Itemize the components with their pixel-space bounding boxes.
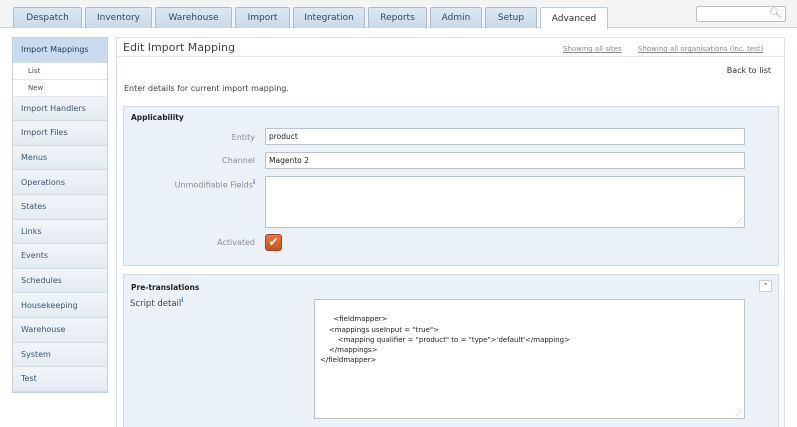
main-header: Edit Import Mapping Showing all sites Sh… bbox=[117, 38, 784, 57]
search-input[interactable]: 🔍︎ bbox=[696, 6, 786, 22]
sidebar-item-links[interactable]: Links bbox=[13, 219, 107, 245]
tab-import[interactable]: Import bbox=[235, 7, 290, 28]
sidebar-item-system[interactable]: System bbox=[13, 342, 107, 368]
info-icon[interactable]: i bbox=[181, 297, 183, 304]
tab-setup[interactable]: Setup bbox=[485, 7, 537, 28]
tab-advanced[interactable]: Advanced bbox=[540, 7, 608, 29]
pretranslations-section: Pre-translations ⌃ Script detaili <field… bbox=[123, 274, 779, 427]
top-nav-bar: Despatch Inventory Warehouse Import Inte… bbox=[0, 0, 797, 29]
sidebar-item-schedules[interactable]: Schedules bbox=[13, 268, 107, 294]
showing-all-sites-link[interactable]: Showing all sites bbox=[563, 45, 622, 53]
tab-despatch[interactable]: Despatch bbox=[13, 7, 82, 28]
sidebar-item-import-handlers[interactable]: Import Handlers bbox=[13, 96, 107, 122]
tab-warehouse[interactable]: Warehouse bbox=[155, 7, 232, 28]
info-icon[interactable]: i bbox=[253, 179, 255, 186]
sidebar-item-test[interactable]: Test bbox=[13, 367, 107, 392]
channel-field[interactable]: Magento 2 bbox=[265, 152, 745, 169]
activated-label: Activated bbox=[217, 238, 255, 247]
showing-all-organisations-link[interactable]: Showing all organisations (inc. test) bbox=[638, 45, 763, 53]
unmodifiable-fields-label-text: Unmodifiable Fields bbox=[174, 180, 253, 190]
search-icon[interactable]: 🔍︎ bbox=[769, 8, 782, 19]
sidebar-item-warehouse[interactable]: Warehouse bbox=[13, 317, 107, 343]
page-title: Edit Import Mapping bbox=[123, 41, 236, 54]
unmodifiable-fields-label: Unmodifiable Fieldsi bbox=[175, 179, 255, 190]
back-to-list-link[interactable]: Back to list bbox=[727, 66, 771, 75]
activated-checkbox[interactable]: ✔ bbox=[265, 234, 282, 251]
sidebar-item-import-files[interactable]: Import Files bbox=[13, 121, 107, 146]
pretranslations-title: Pre-translations bbox=[131, 283, 200, 292]
script-detail-label-text: Script detail bbox=[130, 298, 182, 309]
script-detail-value: <fieldmapper> <mappings useInput = "true… bbox=[320, 315, 570, 365]
unmodifiable-fields-textarea[interactable]: ⋰ bbox=[265, 176, 745, 228]
resize-grip-icon[interactable]: ⋰ bbox=[735, 219, 742, 226]
channel-label: Channel bbox=[222, 156, 255, 165]
sidebar-item-events[interactable]: Events bbox=[13, 244, 107, 269]
sidebar-item-menus[interactable]: Menus bbox=[13, 145, 107, 171]
script-detail-textarea[interactable]: <fieldmapper> <mappings useInput = "true… bbox=[314, 299, 745, 419]
applicability-title: Applicability bbox=[131, 113, 184, 122]
sidebar-subitem-new[interactable]: New bbox=[13, 79, 107, 97]
tab-reports[interactable]: Reports bbox=[368, 7, 427, 28]
sidebar-item-housekeeping[interactable]: Housekeeping bbox=[13, 293, 107, 318]
sidebar-item-import-mappings[interactable]: Import Mappings bbox=[13, 38, 107, 63]
resize-grip-icon[interactable]: ⋰ bbox=[735, 410, 742, 417]
sidebar-subitem-list[interactable]: List bbox=[13, 62, 107, 80]
script-detail-label: Script detaili bbox=[130, 297, 183, 309]
sidebar-item-states[interactable]: States bbox=[13, 194, 107, 220]
tab-inventory[interactable]: Inventory bbox=[85, 7, 152, 28]
tab-admin[interactable]: Admin bbox=[430, 7, 482, 28]
sidebar: Import Mappings List New Import Handlers… bbox=[12, 37, 108, 393]
entity-field[interactable]: product bbox=[265, 128, 745, 145]
entity-label: Entity bbox=[231, 133, 255, 142]
tab-integration[interactable]: Integration bbox=[293, 7, 365, 28]
applicability-section: Applicability Entity product Channel Mag… bbox=[123, 106, 779, 266]
main-tabs: Despatch Inventory Warehouse Import Inte… bbox=[13, 7, 611, 29]
intro-text: Enter details for current import mapping… bbox=[124, 84, 289, 93]
collapse-icon[interactable]: ⌃ bbox=[759, 280, 772, 292]
main-panel: Edit Import Mapping Showing all sites Sh… bbox=[116, 37, 785, 427]
sidebar-item-operations[interactable]: Operations bbox=[13, 170, 107, 195]
